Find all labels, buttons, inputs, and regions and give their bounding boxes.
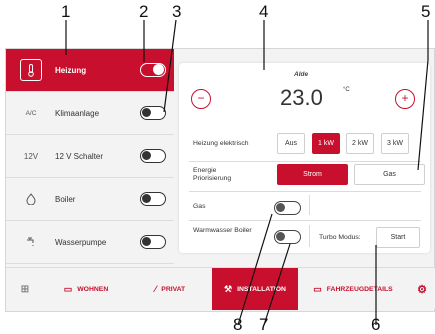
callout-4: 4 [259, 2, 269, 21]
callout-3: 3 [172, 2, 182, 21]
figure: Heizung A/C Klimaanlage 12V 12 V Schalte… [0, 0, 435, 334]
callout-line-5b [417, 59, 429, 171]
callout-line-8 [237, 213, 273, 326]
callout-line-7 [263, 243, 291, 326]
callout-lines [65, 19, 429, 326]
callout-7: 7 [259, 315, 269, 334]
callout-5: 5 [421, 2, 431, 21]
callout-8: 8 [233, 315, 243, 334]
callout-6: 6 [371, 315, 381, 334]
callout-2: 2 [139, 2, 149, 21]
callout-line-3 [163, 19, 177, 113]
callout-1: 1 [61, 2, 71, 21]
